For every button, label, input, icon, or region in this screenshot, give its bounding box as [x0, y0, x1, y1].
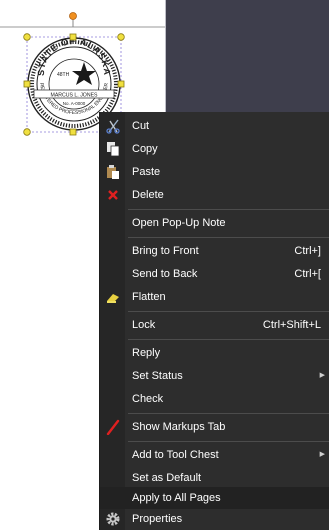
copy-icon [107, 142, 120, 157]
seal-name-text: MARCUS L. JONES [51, 93, 99, 99]
gear-icon [106, 512, 120, 526]
bring-to-front-shortcut: Ctrl+] [294, 245, 321, 257]
menu-item-bring-to-front-label: Bring to Front [132, 245, 199, 257]
menu-separator [128, 311, 329, 312]
delete-x-icon [108, 190, 118, 200]
context-menu: Cut Copy Paste Delete Open Pop-Up Note B… [99, 112, 329, 530]
menu-item-check-label: Check [132, 393, 164, 405]
menu-item-flatten[interactable]: Flatten [100, 286, 329, 308]
menu-item-apply-to-all-pages[interactable]: Apply to All Pages [100, 487, 329, 509]
menu-item-add-to-tool-chest-label: Add to Tool Chest [132, 449, 219, 461]
pen-icon [106, 419, 120, 435]
menu-item-set-status-label: Set Status [132, 370, 183, 382]
menu-item-copy[interactable]: Copy [100, 138, 329, 160]
menu-item-reply[interactable]: Reply [100, 342, 329, 364]
resize-handle-left[interactable] [23, 80, 31, 88]
resize-handle-bottom[interactable] [69, 128, 77, 136]
menu-item-show-markups-tab[interactable]: Show Markups Tab [100, 416, 329, 438]
menu-separator [128, 237, 329, 238]
menu-item-cut[interactable]: Cut [100, 115, 329, 137]
send-to-back-shortcut: Ctrl+[ [294, 268, 321, 280]
menu-item-reply-label: Reply [132, 347, 161, 359]
menu-item-send-to-back-label: Send to Back [132, 268, 198, 280]
scissors-icon [106, 119, 120, 134]
menu-item-apply-to-all-pages-label: Apply to All Pages [132, 492, 221, 504]
menu-item-add-to-tool-chest[interactable]: Add to Tool Chest ▶ [100, 444, 329, 466]
menu-item-set-status[interactable]: Set Status ▶ [100, 365, 329, 387]
menu-separator [128, 441, 329, 442]
menu-item-set-as-default-label: Set as Default [132, 472, 202, 484]
resize-handle-right[interactable] [117, 80, 125, 88]
seal-number-text: 48TH [57, 72, 70, 78]
menu-item-paste[interactable]: Paste [100, 161, 329, 183]
seal-license-text: No. A-0000 [63, 101, 86, 106]
submenu-arrow-icon: ▶ [319, 451, 325, 458]
menu-item-set-as-default[interactable]: Set as Default [100, 467, 329, 489]
menu-item-open-popup-note[interactable]: Open Pop-Up Note [100, 212, 329, 234]
paste-icon [107, 165, 119, 179]
menu-item-bring-to-front[interactable]: Bring to Front Ctrl+] [100, 240, 329, 262]
canvas-background [165, 0, 329, 112]
resize-handle-top-left[interactable] [23, 33, 31, 41]
menu-item-cut-label: Cut [132, 120, 150, 132]
menu-item-paste-label: Paste [132, 166, 161, 178]
resize-handle-top[interactable] [69, 33, 77, 41]
resize-handle-top-right[interactable] [117, 33, 125, 41]
menu-item-send-to-back[interactable]: Send to Back Ctrl+[ [100, 263, 329, 285]
menu-item-lock[interactable]: Lock Ctrl+Shift+L [100, 314, 329, 336]
menu-item-copy-label: Copy [132, 143, 158, 155]
menu-separator [128, 339, 329, 340]
menu-item-check[interactable]: Check [100, 388, 329, 410]
menu-item-properties[interactable]: Properties [100, 508, 329, 530]
menu-item-open-popup-note-label: Open Pop-Up Note [132, 217, 226, 229]
menu-item-properties-label: Properties [132, 513, 183, 525]
page-edge [165, 0, 166, 112]
resize-handle-bottom-left[interactable] [23, 128, 31, 136]
rotate-handle-icon[interactable] [69, 12, 77, 20]
menu-item-lock-label: Lock [132, 319, 156, 331]
flatten-icon [107, 294, 119, 303]
menu-separator [128, 209, 329, 210]
menu-item-flatten-label: Flatten [132, 291, 166, 303]
submenu-arrow-icon: ▶ [319, 372, 325, 379]
lock-shortcut: Ctrl+Shift+L [262, 319, 321, 331]
menu-item-show-markups-tab-label: Show Markups Tab [132, 421, 226, 433]
menu-item-delete[interactable]: Delete [100, 184, 329, 206]
menu-separator [128, 413, 329, 414]
menu-item-delete-label: Delete [132, 189, 164, 201]
